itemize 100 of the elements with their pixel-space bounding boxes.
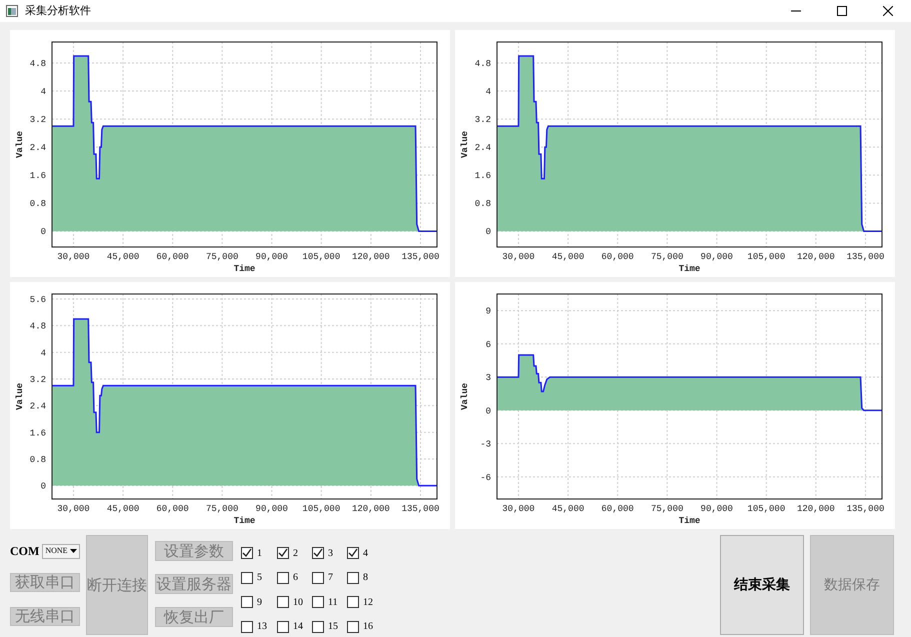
- x-tick-label: 90,000: [700, 504, 733, 514]
- channel-checkbox[interactable]: [312, 620, 324, 632]
- x-tick-label: 120,000: [797, 504, 835, 514]
- x-tick-label: 30,000: [502, 504, 535, 514]
- y-tick-label: 9: [486, 306, 491, 317]
- y-tick-label: 0: [486, 406, 491, 416]
- channel-label: 10: [293, 596, 303, 610]
- channel-label: 11: [328, 596, 338, 610]
- x-tick-label: 105,000: [302, 504, 340, 514]
- y-tick-label: 0: [486, 227, 491, 238]
- channel-checkbox[interactable]: [277, 620, 289, 632]
- stop-button[interactable]: 结束采集: [720, 535, 804, 635]
- y-axis-title: Value: [15, 131, 25, 158]
- x-tick-label: 135,000: [402, 252, 440, 262]
- x-tick-label: 90,000: [256, 504, 288, 514]
- y-tick-label: 1.6: [30, 171, 46, 182]
- y-axis-title: Value: [460, 131, 470, 158]
- y-tick-label: 4.8: [30, 59, 46, 70]
- x-tick-label: 60,000: [601, 504, 634, 514]
- x-axis-title: Time: [234, 264, 256, 274]
- y-tick-label: 0.8: [30, 199, 46, 210]
- x-tick-label: 135,000: [846, 252, 884, 262]
- y-tick-label: 4.8: [30, 322, 46, 332]
- channel-label: 15: [328, 620, 338, 634]
- channel-label: 4: [363, 546, 368, 560]
- y-tick-label: 2.4: [30, 402, 46, 412]
- channel-label: 1: [257, 546, 262, 560]
- y-tick-label: 5.6: [30, 295, 46, 305]
- x-tick-label: 60,000: [601, 252, 634, 262]
- y-tick-label: 2.4: [30, 143, 46, 154]
- x-tick-label: 75,000: [651, 252, 684, 262]
- x-tick-label: 135,000: [402, 504, 440, 514]
- x-tick-label: 30,000: [57, 504, 90, 514]
- x-axis-title: Time: [678, 264, 700, 274]
- x-tick-label: 75,000: [651, 504, 684, 514]
- window-title: 采集分析软件: [25, 2, 91, 19]
- y-tick-label: -6: [480, 472, 491, 483]
- y-tick-label: 4.8: [474, 59, 491, 70]
- channel-label: 13: [257, 620, 267, 634]
- y-tick-label: 0: [40, 482, 46, 492]
- x-tick-label: 120,000: [352, 504, 390, 514]
- x-tick-label: 30,000: [502, 252, 535, 262]
- channel-label: 6: [293, 571, 298, 585]
- x-tick-label: 120,000: [352, 252, 390, 262]
- x-tick-label: 30,000: [57, 252, 90, 262]
- channel-checkbox[interactable]: [312, 547, 324, 559]
- x-tick-label: 75,000: [206, 504, 238, 514]
- channel-label: 12: [363, 596, 373, 610]
- channel-checkbox[interactable]: [312, 572, 324, 584]
- x-tick-label: 45,000: [106, 504, 140, 514]
- channel-checkbox[interactable]: [347, 572, 359, 584]
- y-axis-title: Value: [460, 383, 470, 410]
- y-tick-label: 1.6: [30, 428, 46, 438]
- channel-label: 2: [293, 546, 298, 560]
- channel-checkbox[interactable]: [347, 620, 359, 632]
- close-icon: [883, 6, 893, 16]
- dropdown-arrow-icon: [70, 549, 77, 553]
- app-icon: [6, 5, 18, 17]
- channel-checkbox[interactable]: [277, 596, 289, 608]
- y-tick-label: 6: [486, 340, 491, 350]
- channel-label: 8: [363, 571, 368, 585]
- y-tick-label: 0.8: [474, 199, 491, 210]
- com-label: COM: [10, 543, 40, 560]
- x-tick-label: 105,000: [747, 252, 786, 262]
- channel-label: 7: [328, 571, 333, 585]
- channel-checkbox[interactable]: [277, 572, 289, 584]
- channel-checkbox[interactable]: [241, 572, 253, 584]
- channel-checkbox[interactable]: [347, 596, 359, 608]
- channel-checkbox[interactable]: [241, 620, 253, 632]
- y-tick-label: 3.2: [474, 115, 491, 126]
- channel-checkbox[interactable]: [277, 547, 289, 559]
- x-tick-label: 60,000: [156, 252, 189, 262]
- channel-label: 5: [257, 571, 262, 585]
- x-tick-label: 105,000: [302, 252, 340, 262]
- channel-label: 3: [328, 546, 333, 560]
- channel-label: 14: [293, 620, 303, 634]
- channel-checkbox[interactable]: [241, 547, 253, 559]
- x-tick-label: 45,000: [552, 252, 584, 262]
- x-tick-label: 135,000: [846, 504, 884, 514]
- y-tick-label: 2.4: [474, 143, 491, 154]
- x-tick-label: 75,000: [206, 252, 238, 262]
- x-axis-title: Time: [678, 516, 700, 526]
- y-tick-label: 3: [486, 373, 491, 384]
- x-tick-label: 90,000: [256, 252, 288, 262]
- y-tick-label: 4: [40, 348, 46, 358]
- com-port-dropdown[interactable]: NONE: [42, 544, 80, 558]
- y-tick-label: -3: [480, 440, 491, 450]
- channel-label: 16: [363, 620, 373, 634]
- y-axis-title: Value: [15, 383, 25, 410]
- maximize-icon: [837, 6, 847, 16]
- y-tick-label: 4: [40, 87, 46, 98]
- y-tick-label: 0.8: [30, 455, 46, 465]
- channel-checkbox[interactable]: [347, 547, 359, 559]
- x-tick-label: 45,000: [106, 252, 140, 262]
- channel-label: 9: [257, 596, 262, 610]
- channel-checkbox[interactable]: [312, 596, 324, 608]
- x-tick-label: 120,000: [797, 252, 835, 262]
- channel-checkbox[interactable]: [241, 596, 253, 608]
- y-tick-label: 3.2: [30, 375, 46, 385]
- x-axis-title: Time: [234, 516, 256, 526]
